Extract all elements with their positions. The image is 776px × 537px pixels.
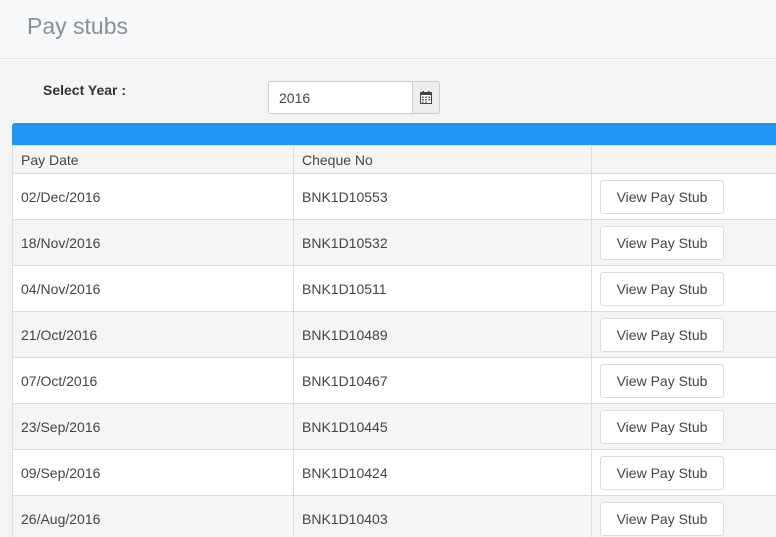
main-content: Select Year : 2016 Pay Date Cheque No 02… bbox=[0, 60, 776, 537]
view-pay-stub-button[interactable]: View Pay Stub bbox=[600, 363, 724, 398]
action-cell: View Pay Stub bbox=[591, 449, 776, 496]
pay-date-cell: 23/Sep/2016 bbox=[12, 403, 294, 450]
column-header-cheque-no: Cheque No bbox=[293, 145, 592, 174]
table-row: 21/Oct/2016 BNK1D10489 View Pay Stub bbox=[12, 311, 776, 358]
table-row: 02/Dec/2016 BNK1D10553 View Pay Stub bbox=[12, 173, 776, 220]
page-title: Pay stubs bbox=[27, 13, 128, 39]
view-pay-stub-button[interactable]: View Pay Stub bbox=[600, 501, 724, 536]
view-pay-stub-button[interactable]: View Pay Stub bbox=[600, 409, 724, 444]
table-row: 23/Sep/2016 BNK1D10445 View Pay Stub bbox=[12, 403, 776, 450]
table-row: 07/Oct/2016 BNK1D10467 View Pay Stub bbox=[12, 357, 776, 404]
select-year-label: Select Year : bbox=[43, 82, 127, 98]
pay-date-cell: 02/Dec/2016 bbox=[12, 173, 294, 220]
action-cell: View Pay Stub bbox=[591, 357, 776, 404]
table-row: 26/Aug/2016 BNK1D10403 View Pay Stub bbox=[12, 495, 776, 537]
pay-stubs-table-panel: Pay Date Cheque No 02/Dec/2016 BNK1D1055… bbox=[12, 123, 776, 537]
action-cell: View Pay Stub bbox=[591, 495, 776, 537]
pay-date-cell: 04/Nov/2016 bbox=[12, 265, 294, 312]
view-pay-stub-button[interactable]: View Pay Stub bbox=[600, 225, 724, 260]
calendar-button[interactable] bbox=[412, 82, 439, 113]
pay-date-cell: 21/Oct/2016 bbox=[12, 311, 294, 358]
pay-stubs-table: Pay Date Cheque No 02/Dec/2016 BNK1D1055… bbox=[12, 145, 776, 537]
action-cell: View Pay Stub bbox=[591, 219, 776, 266]
action-cell: View Pay Stub bbox=[591, 403, 776, 450]
year-input[interactable] bbox=[269, 82, 412, 113]
view-pay-stub-button[interactable]: View Pay Stub bbox=[600, 455, 724, 490]
year-picker bbox=[268, 81, 440, 114]
page-header: Pay stubs bbox=[0, 0, 776, 59]
table-header-row: Pay Date Cheque No bbox=[12, 145, 776, 174]
cheque-no-cell: BNK1D10511 bbox=[293, 265, 592, 312]
cheque-no-cell: BNK1D10489 bbox=[293, 311, 592, 358]
pay-date-cell: 07/Oct/2016 bbox=[12, 357, 294, 404]
view-pay-stub-button[interactable]: View Pay Stub bbox=[600, 317, 724, 352]
action-cell: View Pay Stub bbox=[591, 173, 776, 220]
table-header-bar bbox=[12, 123, 776, 145]
column-header-pay-date: Pay Date bbox=[12, 145, 294, 174]
table-row: 04/Nov/2016 BNK1D10511 View Pay Stub bbox=[12, 265, 776, 312]
view-pay-stub-button[interactable]: View Pay Stub bbox=[600, 271, 724, 306]
action-cell: View Pay Stub bbox=[591, 265, 776, 312]
cheque-no-cell: BNK1D10403 bbox=[293, 495, 592, 537]
pay-date-cell: 26/Aug/2016 bbox=[12, 495, 294, 537]
view-pay-stub-button[interactable]: View Pay Stub bbox=[600, 179, 724, 214]
pay-date-cell: 09/Sep/2016 bbox=[12, 449, 294, 496]
cheque-no-cell: BNK1D10467 bbox=[293, 357, 592, 404]
cheque-no-cell: BNK1D10445 bbox=[293, 403, 592, 450]
cheque-no-cell: BNK1D10424 bbox=[293, 449, 592, 496]
table-row: 09/Sep/2016 BNK1D10424 View Pay Stub bbox=[12, 449, 776, 496]
cheque-no-cell: BNK1D10553 bbox=[293, 173, 592, 220]
action-cell: View Pay Stub bbox=[591, 311, 776, 358]
pay-date-cell: 18/Nov/2016 bbox=[12, 219, 294, 266]
calendar-icon bbox=[420, 91, 432, 104]
cheque-no-cell: BNK1D10532 bbox=[293, 219, 592, 266]
table-row: 18/Nov/2016 BNK1D10532 View Pay Stub bbox=[12, 219, 776, 266]
column-header-actions bbox=[591, 145, 776, 174]
